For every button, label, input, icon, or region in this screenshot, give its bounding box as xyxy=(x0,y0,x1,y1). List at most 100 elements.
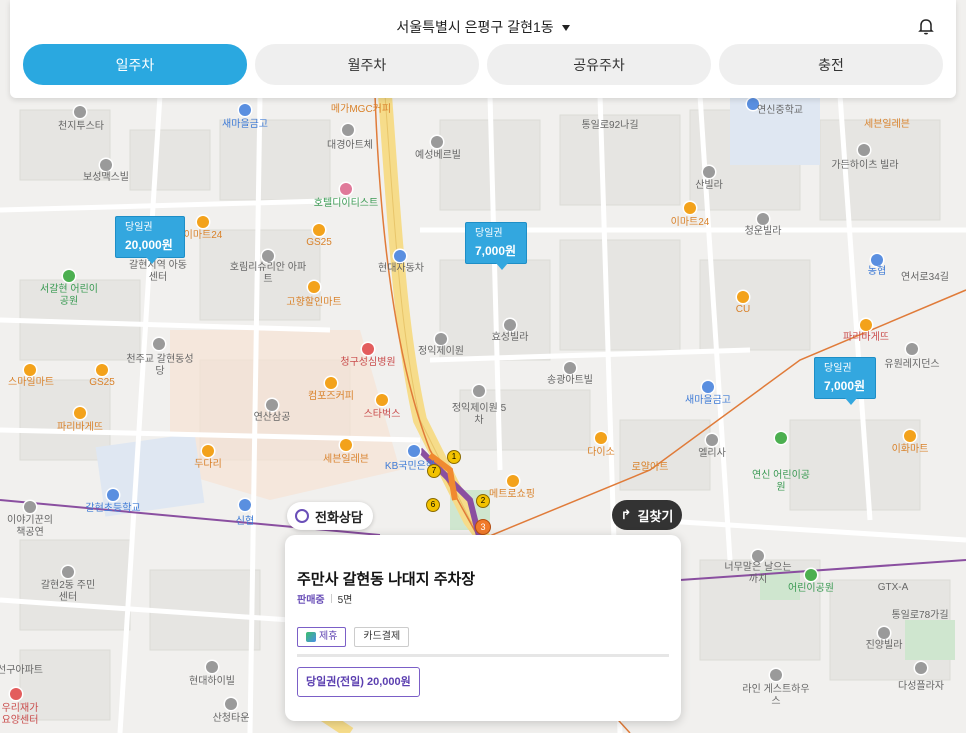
poi-marker[interactable] xyxy=(408,445,420,457)
parking-status-row: 판매중 5면 xyxy=(297,591,352,606)
poi-marker[interactable] xyxy=(858,144,870,156)
partner-badge: 제휴 xyxy=(297,627,347,647)
map-label: 다성플라자 xyxy=(898,681,944,692)
ticket-option[interactable]: 당일권(전일) 20,000원 xyxy=(297,667,420,697)
poi-marker[interactable] xyxy=(431,136,443,148)
feature-badges: 제휴 카드결제 xyxy=(297,627,410,647)
poi-marker[interactable] xyxy=(684,202,696,214)
parking-price-tag[interactable]: 당일권 7,000원 xyxy=(814,357,876,405)
poi-marker[interactable] xyxy=(702,381,714,393)
poi-marker[interactable] xyxy=(703,166,715,178)
poi-marker[interactable] xyxy=(394,250,406,262)
metro-station[interactable]: 3 xyxy=(475,519,491,535)
tab-daily[interactable]: 일주차 xyxy=(23,44,247,85)
poi-marker[interactable] xyxy=(262,250,274,262)
poi-marker[interactable] xyxy=(904,430,916,442)
poi-marker[interactable] xyxy=(239,104,251,116)
map-label: 다이소 xyxy=(587,447,615,458)
poi-marker[interactable] xyxy=(107,489,119,501)
poi-marker[interactable] xyxy=(507,475,519,487)
poi-marker[interactable] xyxy=(340,183,352,195)
poi-marker[interactable] xyxy=(362,343,374,355)
poi-marker[interactable] xyxy=(239,499,251,511)
metro-station[interactable]: 6 xyxy=(426,498,440,512)
poi-marker[interactable] xyxy=(706,434,718,446)
directions-button[interactable]: ↱ 길찾기 xyxy=(612,500,682,530)
poi-marker[interactable] xyxy=(96,364,108,376)
poi-marker[interactable] xyxy=(197,216,209,228)
poi-marker[interactable] xyxy=(435,333,447,345)
map-label: 호림리슈리안 아파트 xyxy=(229,262,307,285)
location-selector[interactable]: 서울특별시 은평구 갈현1동 xyxy=(10,17,956,37)
map-label: 정익제이원 5차 xyxy=(451,403,507,426)
space-count: 5면 xyxy=(337,595,353,606)
map-label: 두다리 xyxy=(194,459,222,470)
parking-price-tag[interactable]: 당일권 7,000원 xyxy=(465,222,527,270)
metro-station[interactable]: 7 xyxy=(427,464,441,478)
tab-charging[interactable]: 충전 xyxy=(719,44,943,85)
poi-marker[interactable] xyxy=(595,432,607,444)
metro-station[interactable]: 2 xyxy=(476,494,490,508)
poi-marker[interactable] xyxy=(62,566,74,578)
map-label: 이화마트 xyxy=(891,444,929,455)
poi-marker[interactable] xyxy=(878,627,890,639)
partner-logo-icon xyxy=(306,632,316,642)
map-label: 스마일마트 xyxy=(8,377,54,388)
map-label: 정익제이원 xyxy=(418,346,464,357)
parking-info-card[interactable]: 주만사 갈현동 나대지 주차장 판매중 5면 제휴 카드결제 당일권(전일) 2… xyxy=(285,535,681,721)
poi-marker[interactable] xyxy=(225,698,237,710)
chevron-down-icon xyxy=(561,25,570,32)
poi-marker[interactable] xyxy=(915,662,927,674)
poi-marker[interactable] xyxy=(860,319,872,331)
metro-station[interactable]: 1 xyxy=(447,450,461,464)
map-label: 송광아트빌 xyxy=(547,375,593,386)
tab-monthly[interactable]: 월주차 xyxy=(255,44,479,85)
poi-marker[interactable] xyxy=(202,445,214,457)
poi-marker[interactable] xyxy=(325,377,337,389)
directions-label: 길찾기 xyxy=(637,508,674,524)
map-label: 산빌라 xyxy=(695,180,723,191)
poi-marker[interactable] xyxy=(266,399,278,411)
map-label: 천지투스타 xyxy=(58,121,104,132)
poi-marker[interactable] xyxy=(74,106,86,118)
poi-marker[interactable] xyxy=(100,159,112,171)
map-label: 연산삼공 xyxy=(253,412,291,423)
parking-price-tag[interactable]: 당일권 20,000원 xyxy=(115,216,185,264)
map-label: 라인 게스트하우스 xyxy=(742,684,810,707)
poi-marker[interactable] xyxy=(376,394,388,406)
poi-marker[interactable] xyxy=(752,550,764,562)
map-label: 어린이공원 xyxy=(788,583,834,594)
poi-marker[interactable] xyxy=(737,291,749,303)
poi-marker[interactable] xyxy=(10,688,22,700)
price-tag-amount: 7,000원 xyxy=(824,379,866,393)
poi-marker[interactable] xyxy=(504,319,516,331)
poi-marker[interactable] xyxy=(340,439,352,451)
poi-marker[interactable] xyxy=(775,432,787,444)
map-label: GTX-A xyxy=(877,582,909,593)
poi-marker[interactable] xyxy=(770,669,782,681)
poi-marker[interactable] xyxy=(206,661,218,673)
poi-marker[interactable] xyxy=(871,254,883,266)
poi-marker[interactable] xyxy=(313,224,325,236)
poi-marker[interactable] xyxy=(74,407,86,419)
phone-consult-button[interactable]: 전화상담 xyxy=(287,502,373,530)
poi-marker[interactable] xyxy=(473,385,485,397)
map-label: 연신 어린이공원 xyxy=(752,470,810,493)
poi-marker[interactable] xyxy=(906,343,918,355)
poi-marker[interactable] xyxy=(24,364,36,376)
phone-icon xyxy=(295,509,309,523)
poi-marker[interactable] xyxy=(153,338,165,350)
map-label: 엘리사 xyxy=(698,448,726,459)
map-label: 새마을금고 xyxy=(685,395,731,406)
poi-marker[interactable] xyxy=(342,124,354,136)
turn-right-icon: ↱ xyxy=(620,507,632,522)
poi-marker[interactable] xyxy=(564,362,576,374)
map-label: 천주교 갈현동성당 xyxy=(126,354,194,377)
bell-icon[interactable] xyxy=(918,17,934,35)
poi-marker[interactable] xyxy=(757,213,769,225)
tab-shared[interactable]: 공유주차 xyxy=(487,44,711,85)
poi-marker[interactable] xyxy=(308,281,320,293)
poi-marker[interactable] xyxy=(24,501,36,513)
poi-marker[interactable] xyxy=(63,270,75,282)
poi-marker[interactable] xyxy=(805,569,817,581)
